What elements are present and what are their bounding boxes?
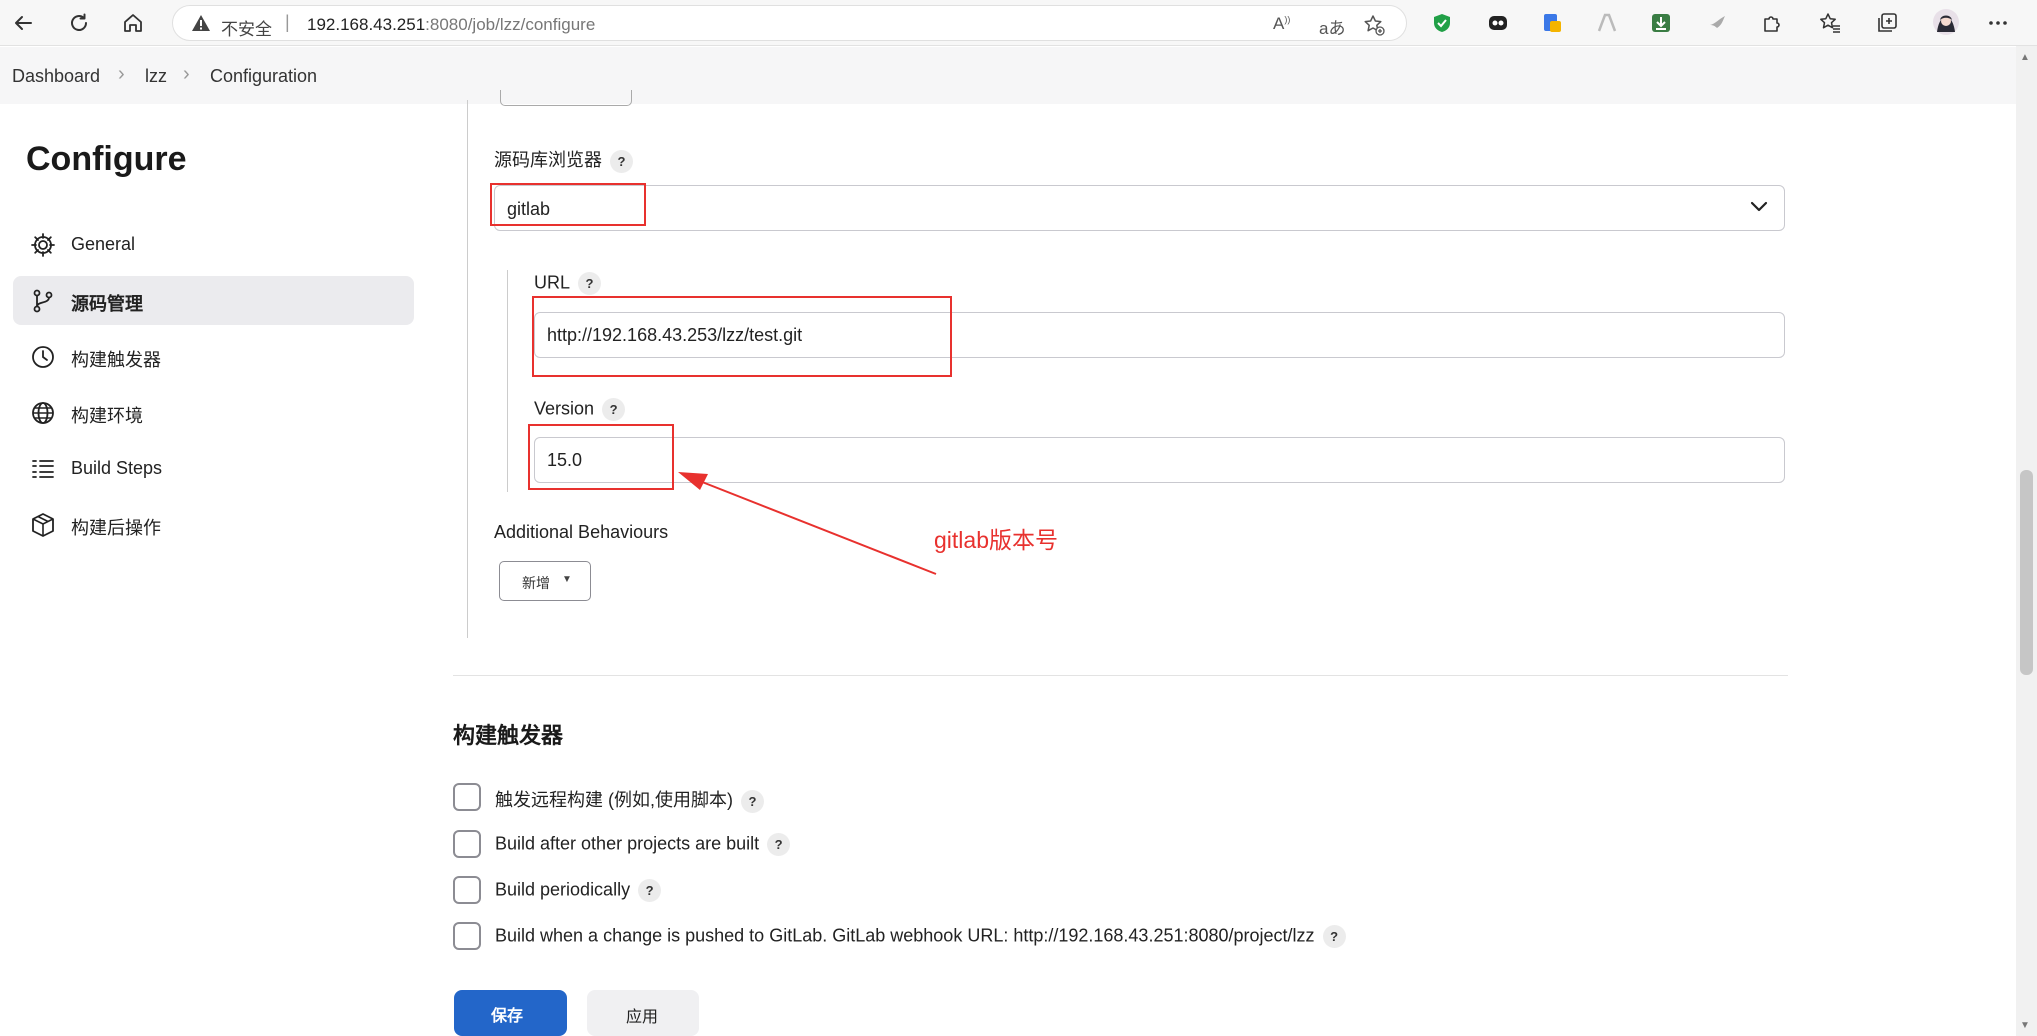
list-icon — [30, 456, 56, 482]
trigger-text: Build when a change is pushed to GitLab.… — [495, 925, 1315, 946]
url-path: :8080/job/lzz/configure — [425, 15, 596, 34]
repo-browser-label: 源码库浏览器? — [494, 146, 633, 173]
arc-extension-icon[interactable] — [1595, 11, 1619, 35]
gear-icon — [30, 232, 56, 258]
address-separator: | — [285, 12, 290, 32]
breadcrumb-configuration[interactable]: Configuration — [210, 66, 317, 87]
breadcrumb: Dashboard › lzz › Configuration — [0, 47, 2016, 104]
bird-extension-icon[interactable] — [1706, 11, 1730, 35]
sidebar-item-label: 构建后操作 — [71, 518, 161, 538]
trigger-label: 触发远程构建 (例如,使用脚本)? — [495, 786, 764, 813]
help-icon[interactable]: ? — [1322, 925, 1346, 948]
version-label-text: Version — [534, 398, 595, 419]
annotation-arrow — [678, 472, 937, 575]
chevron-down-icon — [1750, 200, 1768, 219]
add-behaviour-button[interactable]: 新增 ▼ — [499, 561, 591, 601]
checkbox[interactable] — [453, 783, 481, 811]
version-label: Version? — [534, 398, 626, 421]
more-menu-icon[interactable] — [1986, 11, 2010, 35]
breadcrumb-chevron-icon: › — [118, 63, 125, 85]
profile-avatar[interactable] — [1932, 8, 1960, 36]
mask-extension-icon[interactable] — [1486, 11, 1510, 35]
branch-icon — [30, 288, 56, 314]
sidebar-item-build-environment[interactable]: 构建环境 — [13, 388, 414, 437]
favorites-icon[interactable] — [1818, 11, 1842, 35]
insecure-label: 不安全 — [221, 20, 272, 39]
url-host: 192.168.43.251 — [307, 15, 426, 34]
url-label-text: URL — [534, 272, 571, 293]
globe-icon — [30, 400, 56, 426]
annotation-highlight-box — [532, 296, 952, 377]
scroll-down-icon[interactable]: ▼ — [2020, 1020, 2030, 1031]
section-divider — [453, 675, 1788, 676]
sidebar-item-label: 构建触发器 — [71, 350, 161, 370]
annotation-highlight-box — [528, 424, 674, 490]
help-icon[interactable]: ? — [578, 272, 602, 295]
checkbox[interactable] — [453, 922, 481, 950]
back-icon[interactable] — [8, 8, 38, 38]
address-bar[interactable]: 不安全 | 192.168.43.251:8080/job/lzz/config… — [172, 5, 1407, 41]
trigger-text: Build periodically — [495, 879, 631, 900]
help-icon[interactable]: ? — [767, 833, 791, 856]
apply-label: 应用 — [626, 1009, 659, 1026]
checkbox[interactable] — [453, 830, 481, 858]
sidebar-item-label: General — [71, 234, 136, 254]
save-button[interactable]: 保存 — [454, 990, 567, 1036]
sidebar-item-general[interactable]: General — [13, 220, 414, 269]
add-button-label: 新增 — [522, 575, 550, 591]
download-extension-icon[interactable] — [1649, 11, 1673, 35]
caret-down-icon: ▼ — [562, 574, 572, 585]
help-icon[interactable]: ? — [741, 789, 764, 813]
breadcrumb-chevron-icon: › — [183, 63, 190, 85]
help-icon[interactable]: ? — [610, 149, 633, 173]
annotation-label: gitlab版本号 — [934, 527, 1058, 553]
repo-browser-label-text: 源码库浏览器 — [494, 150, 602, 170]
help-icon[interactable]: ? — [638, 879, 662, 902]
sidebar-item-post-build[interactable]: 构建后操作 — [13, 500, 414, 549]
trigger-label: Build periodically? — [495, 879, 662, 902]
page-title: Configure — [26, 140, 187, 178]
warning-icon — [191, 14, 211, 37]
url-label: URL? — [534, 272, 602, 295]
sidebar-item-label: Build Steps — [71, 458, 163, 478]
shield-extension-icon[interactable] — [1430, 11, 1454, 35]
scrolled-off-button[interactable] — [500, 90, 632, 106]
translate-icon[interactable]: aあ — [1319, 14, 1345, 39]
trigger-text: 触发远程构建 (例如,使用脚本) — [495, 790, 733, 810]
nested-indent-rule — [507, 270, 508, 492]
repo-browser-select[interactable]: gitlab — [494, 185, 1785, 231]
browser-toolbar: 不安全 | 192.168.43.251:8080/job/lzz/config… — [0, 0, 2037, 46]
annotation-highlight-box — [490, 183, 646, 226]
sidebar-item-label: 构建环境 — [71, 406, 143, 426]
extensions-puzzle-icon[interactable] — [1760, 11, 1784, 35]
trigger-label: Build when a change is pushed to GitLab.… — [495, 925, 1346, 948]
sidebar-item-scm[interactable]: 源码管理 — [13, 276, 414, 325]
collections-icon[interactable] — [1875, 11, 1899, 35]
scroll-up-icon[interactable]: ▲ — [2020, 52, 2030, 63]
clock-icon — [30, 344, 56, 370]
trigger-text: Build after other projects are built — [495, 833, 760, 854]
home-icon[interactable] — [118, 8, 148, 38]
cube-icon — [30, 512, 56, 538]
breadcrumb-job[interactable]: lzz — [145, 66, 167, 87]
sidebar-item-build-steps[interactable]: Build Steps — [13, 444, 414, 493]
favorite-add-icon[interactable] — [1363, 14, 1385, 41]
url-text[interactable]: 192.168.43.251:8080/job/lzz/configure — [307, 15, 595, 35]
breadcrumb-dashboard[interactable]: Dashboard — [12, 66, 100, 87]
reload-icon[interactable] — [64, 8, 94, 38]
sidebar-item-build-triggers[interactable]: 构建触发器 — [13, 332, 414, 381]
sidebar-item-label: 源码管理 — [71, 294, 143, 314]
checkbox[interactable] — [453, 876, 481, 904]
translate-extension-icon[interactable] — [1540, 11, 1564, 35]
help-icon[interactable]: ? — [602, 398, 626, 421]
additional-behaviours-label: Additional Behaviours — [494, 522, 669, 542]
trigger-label: Build after other projects are built? — [495, 833, 791, 856]
save-label: 保存 — [491, 1008, 524, 1025]
read-aloud-icon[interactable]: A)) — [1273, 14, 1290, 34]
section-indent-rule — [467, 100, 468, 638]
scrollbar-thumb[interactable] — [2020, 470, 2033, 675]
section-heading-build-triggers: 构建触发器 — [453, 723, 564, 748]
apply-button[interactable]: 应用 — [587, 990, 699, 1036]
